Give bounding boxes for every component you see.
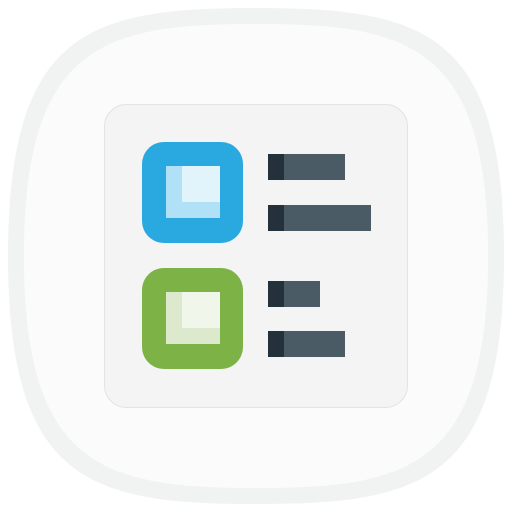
checkbox-blue[interactable]	[142, 142, 243, 243]
app-icon-canvas	[0, 0, 512, 512]
list-line-2a	[268, 281, 320, 307]
list-line-1b	[268, 205, 371, 231]
checkbox-green[interactable]	[142, 268, 243, 369]
list-line-2b	[268, 331, 345, 357]
checklist-app-icon[interactable]	[0, 0, 512, 512]
list-line-1a	[268, 154, 345, 180]
